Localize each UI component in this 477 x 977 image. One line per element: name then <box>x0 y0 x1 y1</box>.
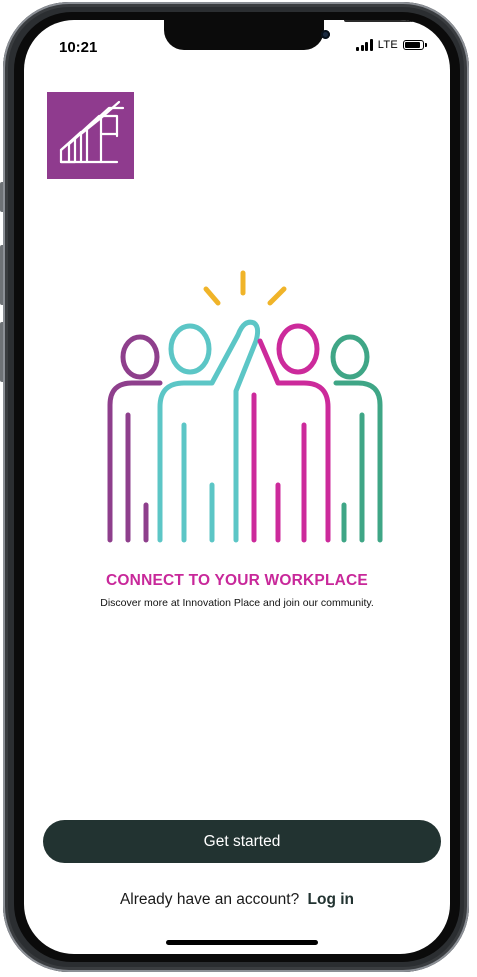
onboarding-subline: Discover more at Innovation Place and jo… <box>100 597 374 609</box>
onboarding-headline: CONNECT TO YOUR WORKPLACE <box>106 572 368 589</box>
network-type: LTE <box>377 39 398 51</box>
login-link[interactable]: Log in <box>308 891 355 908</box>
status-icons: LTE <box>356 39 427 51</box>
battery-icon <box>403 40 427 50</box>
front-camera <box>321 30 330 39</box>
account-prompt-text: Already have an account? <box>119 891 300 908</box>
login-prompt: Already have an account? Log in <box>24 891 450 909</box>
app-logo <box>47 92 134 179</box>
status-time: 10:21 <box>59 39 98 56</box>
group-high-five-icon <box>107 270 383 543</box>
app-screen: 10:21 LTE CONNECT TO YOUR WORKPLACE Disc… <box>24 20 450 954</box>
building-steps-logo-icon <box>59 100 125 164</box>
get-started-button[interactable]: Get started <box>43 820 441 863</box>
home-indicator[interactable] <box>166 940 318 945</box>
notch <box>164 20 414 50</box>
signal-icon <box>356 39 373 51</box>
speaker-grille <box>344 20 414 22</box>
